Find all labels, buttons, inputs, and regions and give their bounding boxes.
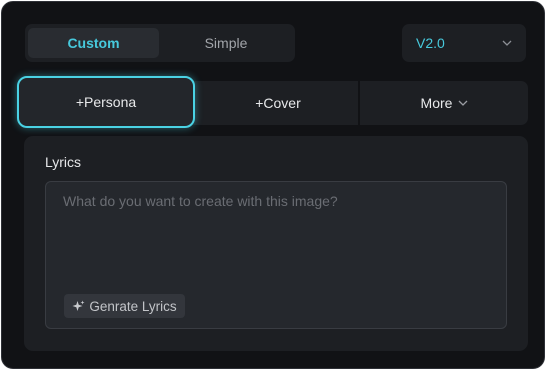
simple-mode-tab[interactable]: Simple [161,28,291,58]
version-value: V2.0 [416,35,445,51]
add-cover-label: +Cover [255,95,301,111]
add-persona-label: +Persona [75,94,137,110]
lyrics-section: Lyrics Genrate Lyrics [24,136,528,351]
lyrics-input[interactable] [46,182,506,282]
more-dropdown[interactable]: More [361,81,528,125]
mode-toggle: Custom Simple [25,24,295,62]
create-panel: Custom Simple V2.0 +Persona +Cover More … [1,1,545,369]
add-cover-button[interactable]: +Cover [198,81,358,125]
custom-mode-tab[interactable]: Custom [28,28,159,58]
generate-lyrics-button[interactable]: Genrate Lyrics [64,294,185,318]
add-persona-button[interactable]: +Persona [17,76,195,128]
version-dropdown[interactable]: V2.0 [402,24,526,62]
sparkle-icon [72,300,85,313]
action-divider [358,81,360,125]
lyrics-label: Lyrics [45,154,82,170]
lyrics-textbox[interactable]: Genrate Lyrics [45,181,507,329]
generate-lyrics-label: Genrate Lyrics [89,298,177,314]
chevron-down-icon [458,100,468,106]
chevron-down-icon [502,40,512,46]
more-label: More [420,95,453,111]
action-row: +Persona +Cover More [17,76,528,128]
